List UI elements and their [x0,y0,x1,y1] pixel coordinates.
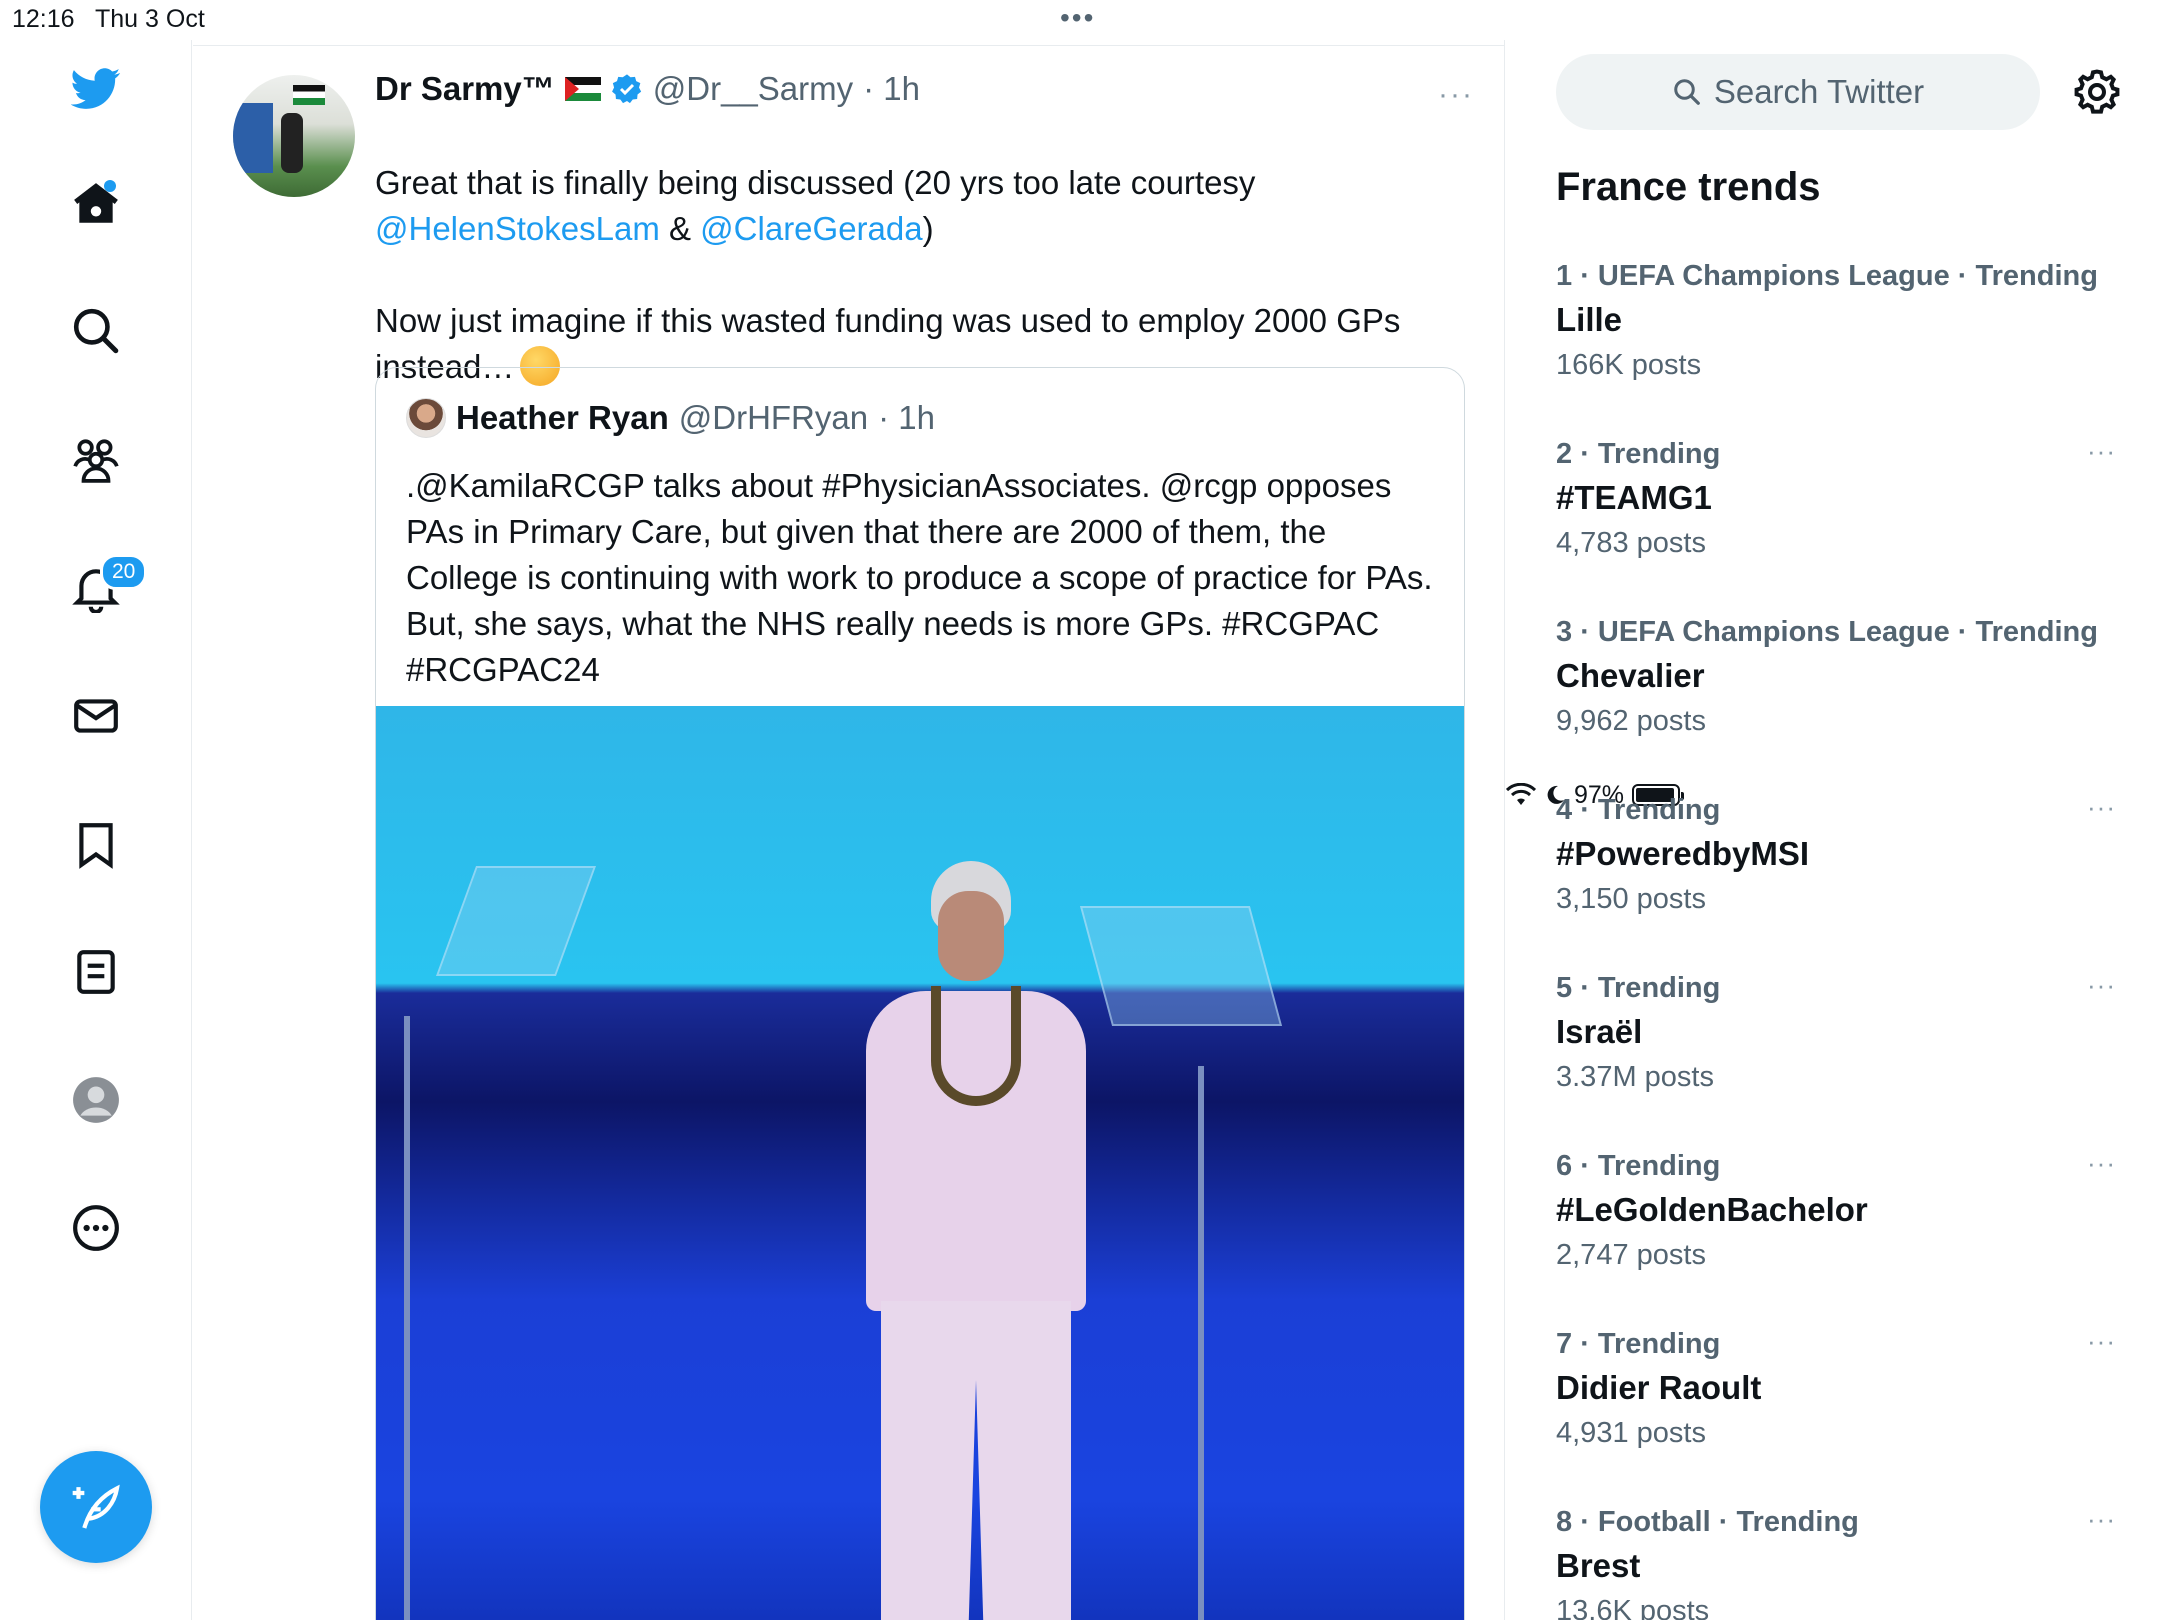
trend-name: Didier Raoult [1556,1369,1762,1406]
trend-post-count: 13.6K posts [1556,1595,1710,1620]
trend-name: #PoweredbyMSI [1556,835,1810,872]
quoted-tweet-text: .@KamilaRCGP talks about #PhysicianAssoc… [406,467,1433,688]
home-icon[interactable] [50,158,142,250]
twitter-logo-icon[interactable] [50,42,142,134]
trend-more-icon[interactable]: ··· [2087,792,2116,823]
trend-meta: 4 · Trending [1556,794,1721,826]
status-time: 12:16 [12,5,75,33]
settings-gear-icon[interactable] [2073,68,2121,116]
tweet-more-icon[interactable]: ··· [1438,78,1474,112]
communities-icon[interactable] [50,414,142,506]
trend-name: Chevalier [1556,657,1705,694]
trends-heading: France trends [1556,165,1821,209]
trend-name: Lille [1556,301,1623,338]
trend-item[interactable]: 4 · Trending #PoweredbyMSI 3,150 posts ·… [1556,792,2116,916]
notifications-bell-icon[interactable]: 20 [50,542,148,634]
trend-post-count: 3.37M posts [1556,1061,1714,1093]
trend-meta: 1 · UEFA Champions League · Trending [1556,260,2098,292]
trend-name: Israël [1556,1013,1643,1050]
quoted-author-name: Heather Ryan [456,399,669,436]
quoted-tweet-time: · 1h [878,399,935,436]
trend-post-count: 166K posts [1556,349,1702,381]
trend-meta: 7 · Trending [1556,1328,1721,1360]
trend-more-icon[interactable]: ··· [2087,1326,2116,1357]
trend-post-count: 2,747 posts [1556,1239,1706,1271]
trend-item[interactable]: 6 · Trending #LeGoldenBachelor 2,747 pos… [1556,1148,2116,1272]
lists-icon[interactable] [50,926,142,1018]
trend-item[interactable]: 7 · Trending Didier Raoult 4,931 posts ·… [1556,1326,2116,1450]
main-timeline: Dr Sarmy™ @Dr__Sarmy · 1h ··· Great that… [193,40,1505,1620]
profile-avatar-icon[interactable] [50,1054,142,1146]
trend-more-icon[interactable]: ··· [2087,1504,2116,1535]
trend-meta: 5 · Trending [1556,972,1721,1004]
right-sidebar: Search Twitter France trends 1 · UEFA Ch… [1506,40,2160,1620]
author-name[interactable]: Dr Sarmy™ [375,70,555,108]
tweet-header: Dr Sarmy™ @Dr__Sarmy · 1h [375,70,920,108]
search-placeholder: Search Twitter [1713,73,1925,110]
more-options-icon[interactable] [50,1182,142,1274]
trend-meta: 6 · Trending [1556,1150,1721,1182]
tweet-text: Great that is finally being discussed (2… [375,164,1401,386]
trend-name: #TEAMG1 [1556,479,1712,516]
trend-name: Brest [1556,1547,1641,1584]
status-date: Thu 3 Oct [95,5,205,33]
multitasking-dots-icon[interactable]: ••• [1060,2,1095,34]
trend-post-count: 4,931 posts [1556,1417,1706,1449]
trend-item[interactable]: 3 · UEFA Champions League · Trending Che… [1556,616,2116,738]
status-bar: 12:16 Thu 3 Oct ••• 97% [0,0,2160,809]
quoted-tweet[interactable]: Heather Ryan @DrHFRyan · 1h .@KamilaRCGP… [375,367,1465,1620]
trend-item[interactable]: 1 · UEFA Champions League · Trending Lil… [1556,260,2116,382]
trend-more-icon[interactable]: ··· [2087,1148,2116,1179]
trend-item[interactable]: 2 · Trending #TEAMG1 4,783 posts ··· [1556,436,2116,560]
speaker-figure [846,861,1106,1620]
compose-feather-icon [72,1484,120,1529]
bookmarks-icon[interactable] [50,798,142,890]
palestine-flag-icon [564,77,601,101]
trend-more-icon[interactable]: ··· [2087,970,2116,1001]
trend-item[interactable]: 5 · Trending Israël 3.37M posts ··· [1556,970,2116,1094]
quoted-author-handle: @DrHFRyan [678,399,869,436]
trend-name: #LeGoldenBachelor [1556,1191,1868,1228]
trend-post-count: 9,962 posts [1556,705,1706,737]
mention-link[interactable]: @HelenStokesLam [375,210,660,247]
compose-tweet-button[interactable] [40,1451,152,1563]
trend-meta: 3 · UEFA Champions League · Trending [1556,616,2098,648]
notifications-count-badge: 20 [100,554,148,590]
trend-meta: 2 · Trending [1556,438,1721,470]
trend-post-count: 4,783 posts [1556,527,1706,559]
home-unread-dot [104,180,116,192]
author-handle[interactable]: @Dr__Sarmy [653,70,853,108]
quoted-tweet-header: Heather Ryan @DrHFRyan · 1h [406,398,935,438]
tweet-time[interactable]: · 1h [863,70,920,108]
verified-badge-icon [611,74,641,104]
search-twitter-input[interactable]: Search Twitter [1556,54,2040,130]
messages-envelope-icon[interactable] [50,670,142,762]
mention-link[interactable]: @ClareGerada [700,210,922,247]
trend-item[interactable]: 8 · Football · Trending Brest 13.6K post… [1556,1504,2116,1620]
explore-search-icon[interactable] [50,285,142,377]
author-avatar[interactable] [233,75,355,197]
quoted-author-avatar [406,398,446,438]
search-icon [1674,79,1700,105]
trend-meta: 8 · Football · Trending [1556,1506,1859,1538]
trend-post-count: 3,150 posts [1556,883,1706,915]
side-navigation: 20 [0,40,192,1620]
quoted-tweet-photo[interactable] [376,706,1464,1620]
trend-more-icon[interactable]: ··· [2087,436,2116,467]
